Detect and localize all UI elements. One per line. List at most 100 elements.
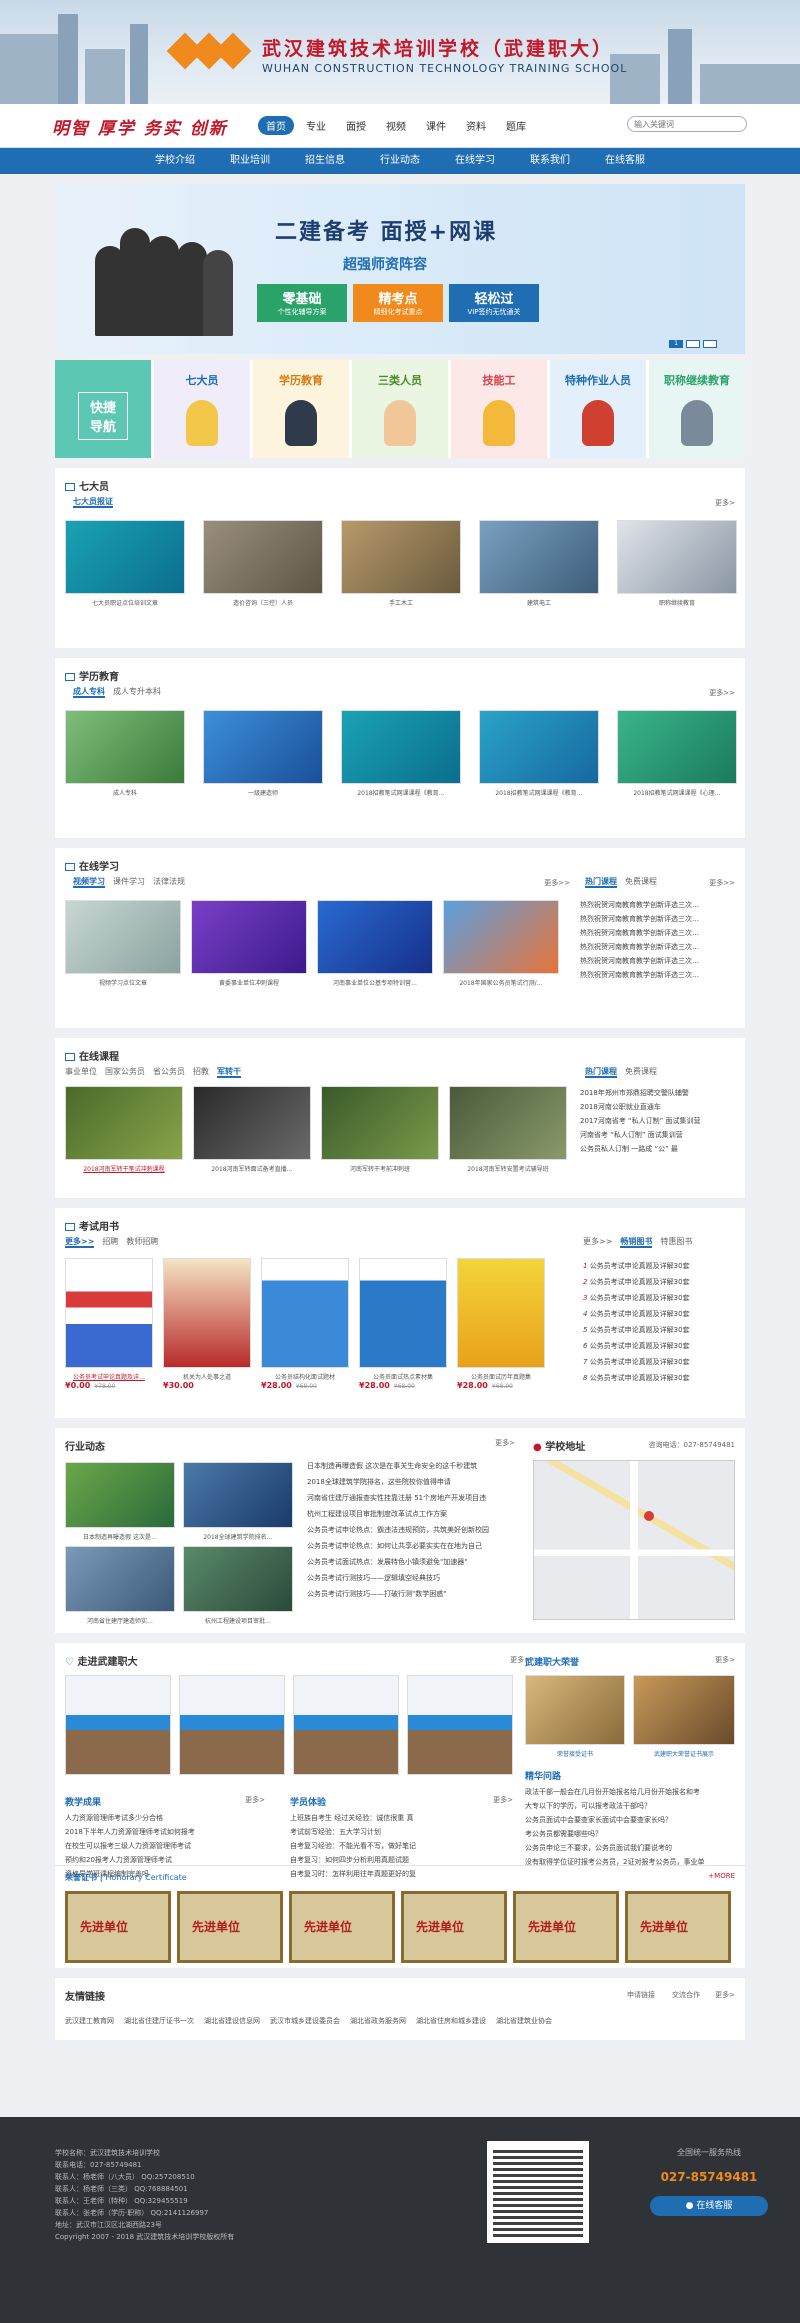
- honor-photo[interactable]: 荣誉接受证书: [525, 1675, 625, 1758]
- tab-courseware[interactable]: 课件学习: [113, 877, 145, 886]
- list-item[interactable]: 公务员申论三不要求，公务员面试我们要说考的: [525, 1841, 735, 1855]
- course-card[interactable]: 2018年国家公务员笔试行测/…: [443, 900, 559, 987]
- map[interactable]: [533, 1460, 735, 1620]
- campus-photo[interactable]: [179, 1675, 285, 1775]
- list-item[interactable]: 日本制造再曝造假 这次是在事关生命安全的这千秒建筑: [307, 1458, 519, 1474]
- honor-certificate[interactable]: 先进单位: [401, 1891, 507, 1963]
- top-nav-course[interactable]: 课件: [418, 116, 454, 135]
- book-card[interactable]: 机关为人处事之道 ¥30.00: [163, 1258, 251, 1391]
- course-card[interactable]: 2018招教笔试网课课程《心理…: [617, 710, 737, 797]
- top-nav-home[interactable]: 首页: [258, 116, 294, 135]
- tab-bestseller[interactable]: 畅销图书: [620, 1237, 653, 1248]
- tab-gkw[interactable]: 国家公务员: [105, 1067, 145, 1076]
- list-item[interactable]: 2018河南公职就业直通车: [580, 1100, 735, 1114]
- course-card[interactable]: 河南军转干考前冲刺班: [321, 1086, 439, 1173]
- course-card[interactable]: 2018河南军转面试备考直播…: [193, 1086, 311, 1173]
- list-item[interactable]: 4 公务员考试申论真题及详解30套: [583, 1306, 733, 1322]
- online-service-button[interactable]: ● 在线客服: [650, 2196, 768, 2216]
- course-card[interactable]: 七大员职证点位培训文章: [65, 520, 185, 607]
- list-item[interactable]: 河南省考 “私人订制” 面试集训营: [580, 1128, 735, 1142]
- friend-link[interactable]: 武汉市城乡建设委员会: [270, 2016, 340, 2026]
- top-nav-face[interactable]: 面授: [338, 116, 374, 135]
- list-item[interactable]: 公务员考试申论热点：如何让共享必要实实在在地为自己: [307, 1538, 519, 1554]
- news-thumb[interactable]: 日本制造再曝造假 这次是…: [65, 1462, 175, 1541]
- tab-jzg[interactable]: 军转干: [217, 1067, 241, 1078]
- course-card[interactable]: 2018河南军转干笔试冲刺课程: [65, 1086, 183, 1173]
- tab-hot[interactable]: 热门课程: [585, 877, 617, 888]
- honor-certificate[interactable]: 先进单位: [625, 1891, 731, 1963]
- top-nav-material[interactable]: 资料: [458, 116, 494, 135]
- main-nav-contact[interactable]: 联系我们: [513, 148, 588, 174]
- course-card[interactable]: 职称继续教育: [617, 520, 737, 607]
- course-card[interactable]: 2018招教笔试网课课程《教育…: [341, 710, 461, 797]
- main-nav-service[interactable]: 在线客服: [588, 148, 663, 174]
- tab-qdy[interactable]: 七大员报证: [73, 497, 113, 508]
- list-item[interactable]: 2018年郑州市郑鼎招聘交警队辅警: [580, 1086, 735, 1100]
- friend-link[interactable]: 湖北省政务服务网: [350, 2016, 406, 2026]
- main-nav-news[interactable]: 行业动态: [363, 148, 438, 174]
- banner-dot[interactable]: [703, 340, 717, 348]
- tab-zj[interactable]: 招教: [193, 1067, 209, 1076]
- more-link[interactable]: 更多>: [715, 1990, 735, 2000]
- main-nav-about[interactable]: 学校介绍: [138, 148, 213, 174]
- honor-certificate[interactable]: 先进单位: [513, 1891, 619, 1963]
- search-input[interactable]: [627, 116, 747, 132]
- tab-xl-zsb[interactable]: 成人专升本科: [113, 687, 161, 696]
- top-nav-quiz[interactable]: 题库: [498, 116, 534, 135]
- tab-law[interactable]: 法律法规: [153, 877, 185, 886]
- list-item[interactable]: 公务员考试行测技巧——打破行测"数学困惑": [307, 1586, 519, 1602]
- list-item[interactable]: 公务员考试面试热点：发展特色小镇须避免"加速器": [307, 1554, 519, 1570]
- course-card[interactable]: 一级建造师: [203, 710, 323, 797]
- list-item[interactable]: 热烈祝贺河南教育教学创新评选三次…: [580, 968, 730, 982]
- friend-link[interactable]: 湖北省住房和城乡建设: [416, 2016, 486, 2026]
- quick-nav-tz[interactable]: 特种作业人员: [550, 360, 646, 458]
- book-card[interactable]: 公务员考试申论真题及详… ¥0.00 ¥78.00: [65, 1258, 153, 1391]
- quick-nav-qdy[interactable]: 七大员: [154, 360, 250, 458]
- tab-skw[interactable]: 省公务员: [153, 1067, 185, 1076]
- course-card[interactable]: 成人专科: [65, 710, 185, 797]
- book-card[interactable]: 公务员面试历年真题集 ¥28.00 ¥68.00: [457, 1258, 545, 1391]
- tab-sydw[interactable]: 事业单位: [65, 1067, 97, 1076]
- tab-more[interactable]: 更多>>: [65, 1237, 95, 1248]
- course-card[interactable]: 河南事业单位公基专项特训营…: [317, 900, 433, 987]
- list-item[interactable]: 热烈祝贺河南教育教学创新评选三次…: [580, 926, 730, 940]
- more-link[interactable]: 更多>: [495, 1438, 515, 1448]
- list-item[interactable]: 河南省住建厅通报查实性挂靠注册 51个房地产开发项目违: [307, 1490, 519, 1506]
- tab-special[interactable]: 特惠图书: [660, 1237, 692, 1246]
- exchange-link[interactable]: 交流合作: [672, 1990, 700, 2000]
- main-nav-training[interactable]: 职业培训: [213, 148, 288, 174]
- list-item[interactable]: 热烈祝贺河南教育教学创新评选三次…: [580, 898, 730, 912]
- list-item[interactable]: 大专以下的学历，可以报考政法干部吗？: [525, 1799, 735, 1813]
- list-item[interactable]: 上班族自考生 经过关经验：诚信很重 真: [290, 1811, 500, 1825]
- main-nav-online[interactable]: 在线学习: [438, 148, 513, 174]
- more-link[interactable]: +MORE: [708, 1872, 735, 1880]
- more-link[interactable]: 更多>>: [544, 878, 570, 888]
- list-item[interactable]: 杭州工程建设项目审批制度改革试点工作方案: [307, 1506, 519, 1522]
- list-item[interactable]: 考公务员都需要哪些吗？: [525, 1827, 735, 1841]
- book-card[interactable]: 公务员面试热点素材集 ¥28.00 ¥68.00: [359, 1258, 447, 1391]
- list-item[interactable]: 政法干部一般会在几月份开始报名给几月份开始报名和考: [525, 1785, 735, 1799]
- book-card[interactable]: 公务员结构化面试题材 ¥28.00 ¥68.00: [261, 1258, 349, 1391]
- more-link[interactable]: 更多>: [493, 1795, 513, 1805]
- honor-certificate[interactable]: 先进单位: [177, 1891, 283, 1963]
- news-thumb[interactable]: 杭州工程建设项目审批…: [183, 1546, 293, 1625]
- list-item[interactable]: 自考复习经验：不能光看不写，做好笔记: [290, 1839, 500, 1853]
- more-link[interactable]: 更多>>: [709, 688, 735, 698]
- friend-link[interactable]: 武汉建工教育网: [65, 2016, 114, 2026]
- list-item[interactable]: 2018下半年人力资源管理师考试如何报考: [65, 1825, 265, 1839]
- tab-free[interactable]: 免费课程: [625, 1067, 657, 1076]
- list-item[interactable]: 热烈祝贺河南教育教学创新评选三次…: [580, 954, 730, 968]
- friend-link[interactable]: 湖北省住建厅证书一次: [124, 2016, 194, 2026]
- list-item[interactable]: 公务员面试中会要查家长面试中会要查家长吗？: [525, 1813, 735, 1827]
- tab-video[interactable]: 视频学习: [73, 877, 105, 888]
- list-item[interactable]: 公务员考试申论热点：霸违法违规预防，共筑美好创新校园: [307, 1522, 519, 1538]
- list-item[interactable]: 考试前写经验：五大学习计划: [290, 1825, 500, 1839]
- main-nav-admission[interactable]: 招生信息: [288, 148, 363, 174]
- course-card[interactable]: 造价咨询（三控）人员: [203, 520, 323, 607]
- top-nav-video[interactable]: 视频: [378, 116, 414, 135]
- quick-nav-xl[interactable]: 学历教育: [253, 360, 349, 458]
- list-item[interactable]: 热烈祝贺河南教育教学创新评选三次…: [580, 912, 730, 926]
- list-item[interactable]: 公务员私人订制 一路成 “公” 最: [580, 1142, 735, 1156]
- honor-certificate[interactable]: 先进单位: [289, 1891, 395, 1963]
- list-item[interactable]: 2 公务员考试申论真题及详解30套: [583, 1274, 733, 1290]
